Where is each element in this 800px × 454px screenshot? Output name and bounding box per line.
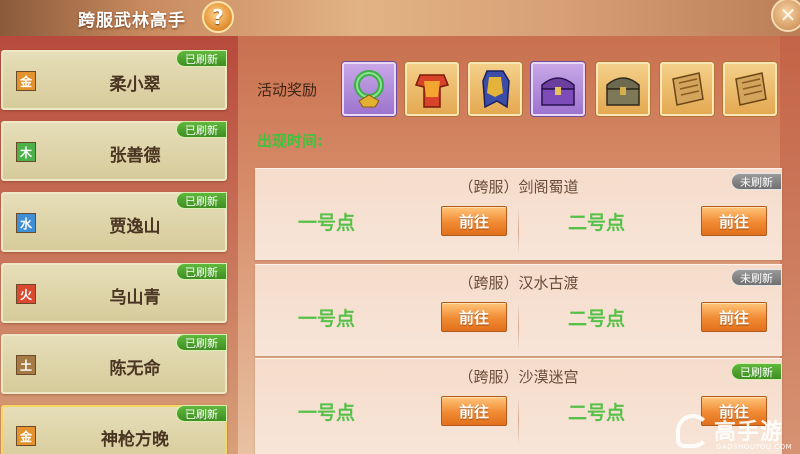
red-armor-icon — [414, 74, 450, 108]
go-button-point-one[interactable]: 前往 — [441, 302, 507, 332]
event-card: （跨服）汉水古渡 未刷新 一号点 前往 二号点 前往 — [255, 264, 782, 356]
reward-item[interactable] — [660, 62, 714, 116]
watermark-sub: GAOSHOUYOU.COM — [716, 443, 793, 451]
npc-item-selected[interactable]: 金 神枪方晚 已刷新 — [1, 405, 227, 454]
watermark-text: 高手游 — [714, 420, 784, 445]
element-gold-icon: 金 — [16, 426, 36, 446]
element-gold-icon: 金 — [16, 71, 36, 91]
status-badge: 已刷新 — [731, 363, 782, 380]
scroll-icon — [735, 72, 767, 106]
npc-name: 乌山青 — [109, 288, 161, 308]
appear-time-label: 出现时间: — [257, 132, 323, 150]
jade-pendant-icon — [354, 70, 384, 108]
reward-item[interactable] — [723, 62, 777, 116]
npc-name: 贾逸山 — [109, 217, 161, 237]
element-earth-icon: 土 — [16, 355, 36, 375]
bronze-chest-icon — [606, 77, 640, 106]
npc-name: 张善德 — [109, 146, 161, 166]
status-badge: 未刷新 — [731, 173, 782, 190]
status-badge: 未刷新 — [731, 269, 782, 286]
divider — [518, 397, 519, 445]
element-water-icon: 水 — [16, 213, 36, 233]
watermark-g-icon — [676, 414, 710, 448]
status-badge: 已刷新 — [176, 50, 227, 67]
point-one-label: 一号点 — [298, 308, 356, 330]
reward-item[interactable] — [405, 62, 459, 116]
npc-item[interactable]: 木 张善德 已刷新 — [1, 121, 227, 181]
npc-item[interactable]: 水 贾逸山 已刷新 — [1, 192, 227, 252]
point-two-label: 二号点 — [568, 308, 626, 330]
watermark-logo: 高手游 GAOSHOUYOU.COM — [676, 412, 800, 454]
event-location: （跨服）剑阁蜀道 — [458, 178, 579, 196]
go-button-point-one[interactable]: 前往 — [441, 206, 507, 236]
reward-item[interactable] — [468, 62, 522, 116]
help-button[interactable]: ? — [202, 1, 234, 33]
point-two-label: 二号点 — [568, 402, 626, 424]
npc-name: 陈无命 — [109, 359, 161, 379]
go-button-point-two[interactable]: 前往 — [701, 302, 767, 332]
status-badge: 已刷新 — [176, 405, 227, 422]
go-button-point-one[interactable]: 前往 — [441, 396, 507, 426]
element-fire-icon: 火 — [16, 284, 36, 304]
reward-item[interactable] — [342, 62, 396, 116]
npc-item[interactable]: 金 柔小翠 已刷新 — [1, 50, 227, 110]
point-one-label: 一号点 — [298, 212, 356, 234]
npc-item[interactable]: 土 陈无命 已刷新 — [1, 334, 227, 394]
event-location: （跨服）汉水古渡 — [458, 274, 579, 292]
event-location: （跨服）沙漠迷宫 — [458, 368, 579, 386]
element-wood-icon: 木 — [16, 142, 36, 162]
point-one-label: 一号点 — [298, 402, 356, 424]
go-button-point-two[interactable]: 前往 — [701, 206, 767, 236]
scroll-icon — [672, 72, 704, 106]
status-badge: 已刷新 — [176, 263, 227, 280]
reward-item[interactable] — [531, 62, 585, 116]
point-two-label: 二号点 — [568, 212, 626, 234]
npc-item[interactable]: 火 乌山青 已刷新 — [1, 263, 227, 323]
page-title: 跨服武林高手 — [78, 11, 186, 31]
blue-armor-icon — [482, 70, 510, 109]
close-button[interactable]: ✕ — [771, 0, 800, 32]
purple-chest-icon — [541, 77, 575, 106]
reward-item[interactable] — [596, 62, 650, 116]
npc-name: 神枪方晚 — [101, 430, 169, 450]
divider — [518, 207, 519, 255]
status-badge: 已刷新 — [176, 192, 227, 209]
divider — [518, 303, 519, 351]
event-card: （跨服）剑阁蜀道 未刷新 一号点 前往 二号点 前往 — [255, 168, 782, 260]
status-badge: 已刷新 — [176, 334, 227, 351]
status-badge: 已刷新 — [176, 121, 227, 138]
reward-label: 活动奖励 — [257, 81, 318, 99]
npc-name: 柔小翠 — [109, 75, 161, 95]
